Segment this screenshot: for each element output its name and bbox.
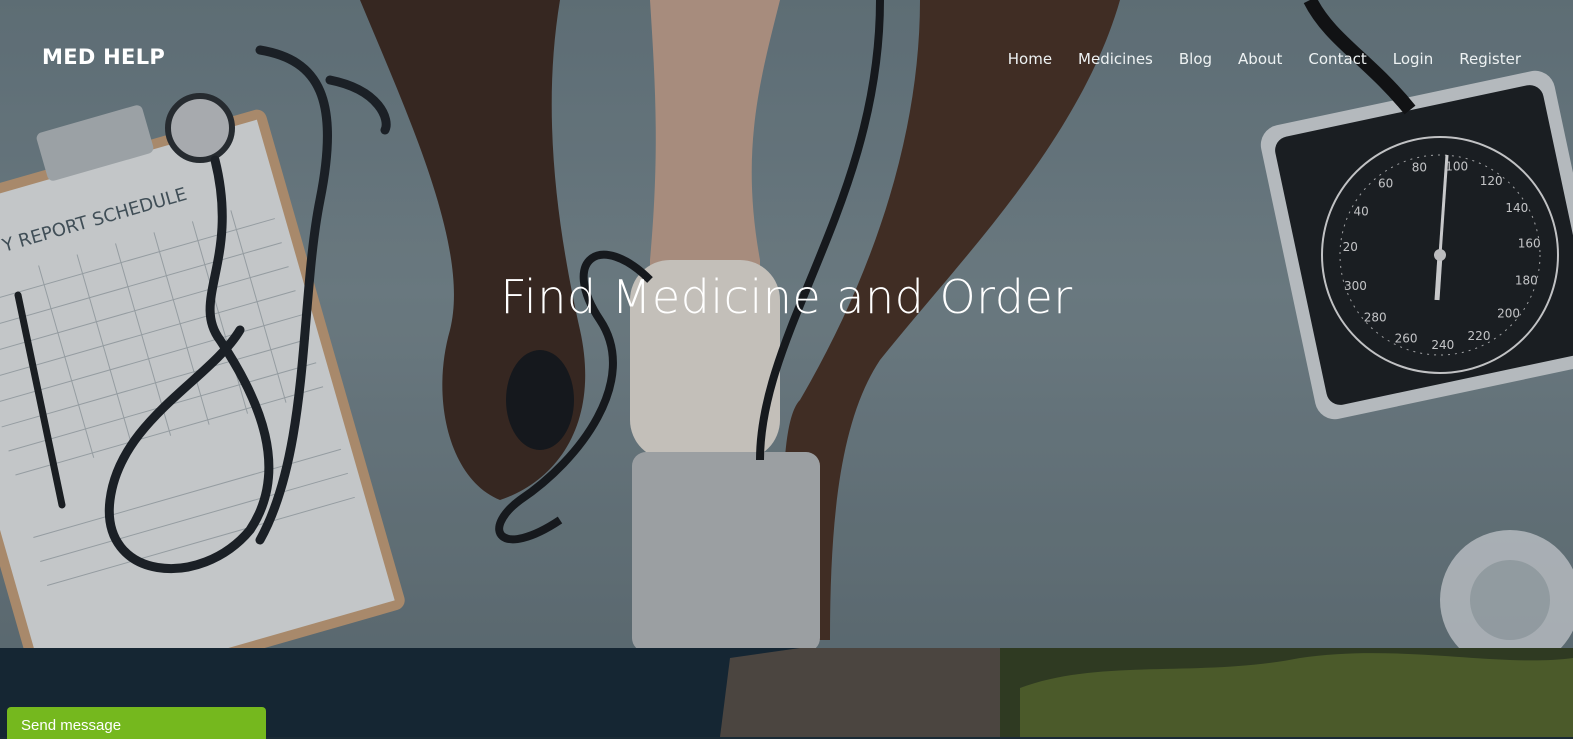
brand-logo[interactable]: MED HELP	[42, 45, 165, 69]
hero-title: Find Medicine and Order	[500, 270, 1073, 324]
main-nav: Home Medicines Blog About Contact Login …	[982, 50, 1521, 68]
nav-item-about[interactable]: About	[1238, 50, 1282, 68]
nav-item-contact[interactable]: Contact	[1308, 50, 1366, 68]
nav-item-home[interactable]: Home	[1008, 50, 1052, 68]
nav-item-login[interactable]: Login	[1393, 50, 1433, 68]
send-message-button[interactable]: Send message	[7, 707, 266, 739]
nav-item-medicines[interactable]: Medicines	[1078, 50, 1153, 68]
hero-overlay	[0, 0, 1573, 648]
hero-section: Y REPORT SCHEDULE 20 40 60 80 100 120 14…	[0, 0, 1573, 648]
nav-item-register[interactable]: Register	[1459, 50, 1521, 68]
nav-item-blog[interactable]: Blog	[1179, 50, 1212, 68]
